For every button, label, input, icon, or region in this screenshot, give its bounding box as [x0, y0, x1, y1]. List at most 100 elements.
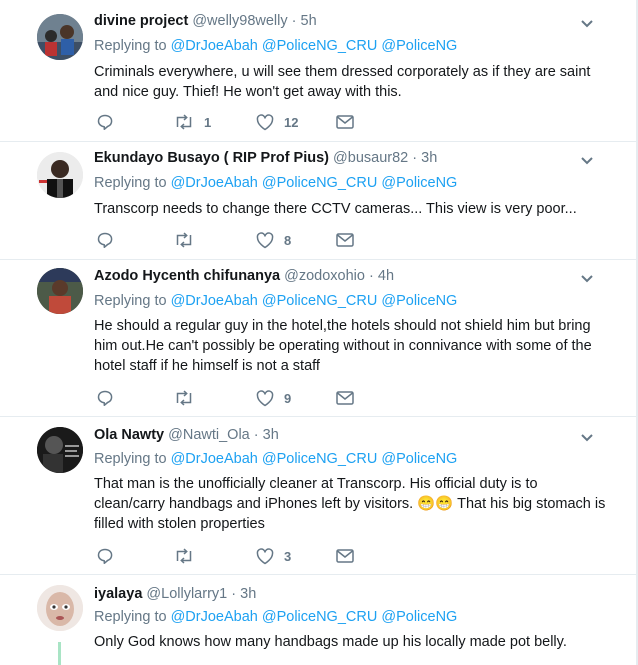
like-button[interactable]: 8	[256, 230, 291, 250]
dm-button[interactable]	[336, 112, 354, 132]
avatar[interactable]	[37, 585, 83, 631]
replying-label: Replying to	[94, 451, 167, 467]
retweet-button[interactable]	[174, 388, 204, 408]
tweet-text: That man is the unofficially cleaner at …	[94, 476, 606, 532]
reply-icon	[97, 390, 113, 407]
retweet-icon	[176, 390, 192, 406]
like-icon	[256, 389, 274, 406]
mention[interactable]: @PoliceNG	[381, 451, 457, 467]
replying-to: Replying to @DrJoeAbah @PoliceNG_CRU @Po…	[94, 293, 457, 309]
reply-button[interactable]	[96, 388, 114, 408]
replying-label: Replying to	[94, 609, 167, 625]
retweet-icon	[176, 232, 192, 248]
mention[interactable]: @DrJoeAbah	[171, 293, 258, 309]
dm-button[interactable]	[336, 230, 354, 250]
like-count: 8	[284, 232, 292, 248]
tweet-text: Only God knows how many handbags made up…	[94, 634, 567, 650]
tweet-header: Ekundayo Busayo ( RIP Prof Pius) @busaur…	[94, 150, 437, 166]
avatar[interactable]	[37, 14, 83, 60]
replying-label: Replying to	[94, 175, 167, 191]
dm-icon	[336, 115, 354, 129]
tweet[interactable]: iyalaya @Lollylarry1 · 3h Replying to @D…	[0, 575, 636, 665]
tweet-actions: 8	[94, 230, 394, 250]
timestamp[interactable]: 5h	[301, 13, 317, 29]
mention[interactable]: @PoliceNG_CRU	[262, 451, 377, 467]
chevron-down-icon[interactable]	[580, 154, 594, 168]
thread-line	[58, 642, 61, 665]
tweet[interactable]: Ola Nawty @Nawti_Ola · 3h Replying to @D…	[0, 417, 636, 575]
handle[interactable]: @welly98welly	[192, 13, 287, 29]
timestamp[interactable]: 3h	[421, 150, 437, 166]
mention[interactable]: @PoliceNG_CRU	[262, 293, 377, 309]
retweet-button[interactable]	[174, 230, 204, 250]
chevron-down-icon[interactable]	[580, 17, 594, 31]
tweet-header: divine project @welly98welly · 5h	[94, 13, 317, 29]
tweet-header: Ola Nawty @Nawti_Ola · 3h	[94, 427, 279, 443]
like-button[interactable]: 9	[256, 388, 291, 408]
like-icon	[256, 113, 274, 130]
replying-to: Replying to @DrJoeAbah @PoliceNG_CRU @Po…	[94, 38, 457, 54]
chevron-down-icon[interactable]	[580, 431, 594, 445]
like-count: 3	[284, 548, 292, 564]
retweet-button[interactable]	[174, 546, 204, 566]
display-name[interactable]: Ola Nawty	[94, 427, 164, 443]
replying-to: Replying to @DrJoeAbah @PoliceNG_CRU @Po…	[94, 451, 457, 467]
dm-icon	[336, 549, 354, 563]
mention[interactable]: @PoliceNG_CRU	[262, 38, 377, 54]
timestamp[interactable]: 3h	[240, 586, 256, 602]
like-count: 9	[284, 390, 292, 406]
separator: ·	[231, 586, 237, 602]
dm-button[interactable]	[336, 546, 354, 566]
replying-to: Replying to @DrJoeAbah @PoliceNG_CRU @Po…	[94, 175, 457, 191]
handle[interactable]: @Nawti_Ola	[168, 427, 250, 443]
mention[interactable]: @PoliceNG_CRU	[262, 609, 377, 625]
tweet-header: iyalaya @Lollylarry1 · 3h	[94, 586, 256, 602]
handle[interactable]: @busaur82	[333, 150, 408, 166]
tweet-actions: 3	[94, 546, 394, 566]
mention[interactable]: @PoliceNG	[381, 38, 457, 54]
retweet-button[interactable]: 1	[174, 112, 211, 132]
tweet-text: Criminals everywhere, u will see them dr…	[94, 64, 591, 100]
avatar[interactable]	[37, 427, 83, 473]
tweet[interactable]: Ekundayo Busayo ( RIP Prof Pius) @busaur…	[0, 142, 636, 260]
mention[interactable]: @PoliceNG	[381, 609, 457, 625]
mention[interactable]: @DrJoeAbah	[171, 175, 258, 191]
display-name[interactable]: divine project	[94, 13, 188, 29]
handle[interactable]: @Lollylarry1	[146, 586, 227, 602]
tweet-actions: 9	[94, 388, 394, 408]
tweet-text: Transcorp needs to change there CCTV cam…	[94, 201, 577, 217]
tweet-text: He should a regular guy in the hotel,the…	[94, 318, 592, 374]
mention[interactable]: @PoliceNG_CRU	[262, 175, 377, 191]
like-button[interactable]: 3	[256, 546, 291, 566]
dm-icon	[336, 233, 354, 247]
separator: ·	[369, 268, 374, 284]
dm-icon	[336, 391, 354, 405]
dm-button[interactable]	[336, 388, 354, 408]
handle[interactable]: @zodoxohio	[284, 268, 365, 284]
reply-button[interactable]	[96, 230, 114, 250]
tweet[interactable]: divine project @welly98welly · 5h Replyi…	[0, 0, 636, 142]
separator: ·	[412, 150, 418, 166]
chevron-down-icon[interactable]	[580, 272, 594, 286]
avatar[interactable]	[37, 152, 83, 198]
display-name[interactable]: iyalaya	[94, 586, 142, 602]
reply-button[interactable]	[96, 112, 114, 132]
display-name[interactable]: Azodo Hycenth chifunanya	[94, 268, 280, 284]
tweet-header: Azodo Hycenth chifunanya @zodoxohio · 4h	[94, 268, 394, 284]
mention[interactable]: @PoliceNG	[381, 293, 457, 309]
mention[interactable]: @PoliceNG	[381, 175, 457, 191]
mention[interactable]: @DrJoeAbah	[171, 38, 258, 54]
reply-icon	[97, 232, 113, 249]
tweet[interactable]: Azodo Hycenth chifunanya @zodoxohio · 4h…	[0, 260, 636, 417]
timestamp[interactable]: 3h	[263, 427, 279, 443]
like-button[interactable]: 12	[256, 112, 298, 132]
timestamp[interactable]: 4h	[378, 268, 394, 284]
tweet-actions: 1 12	[94, 112, 394, 132]
mention[interactable]: @DrJoeAbah	[171, 609, 258, 625]
retweet-icon	[176, 114, 192, 130]
mention[interactable]: @DrJoeAbah	[171, 451, 258, 467]
reply-button[interactable]	[96, 546, 114, 566]
display-name[interactable]: Ekundayo Busayo ( RIP Prof Pius)	[94, 150, 329, 166]
replying-label: Replying to	[94, 38, 167, 54]
avatar[interactable]	[37, 268, 83, 314]
